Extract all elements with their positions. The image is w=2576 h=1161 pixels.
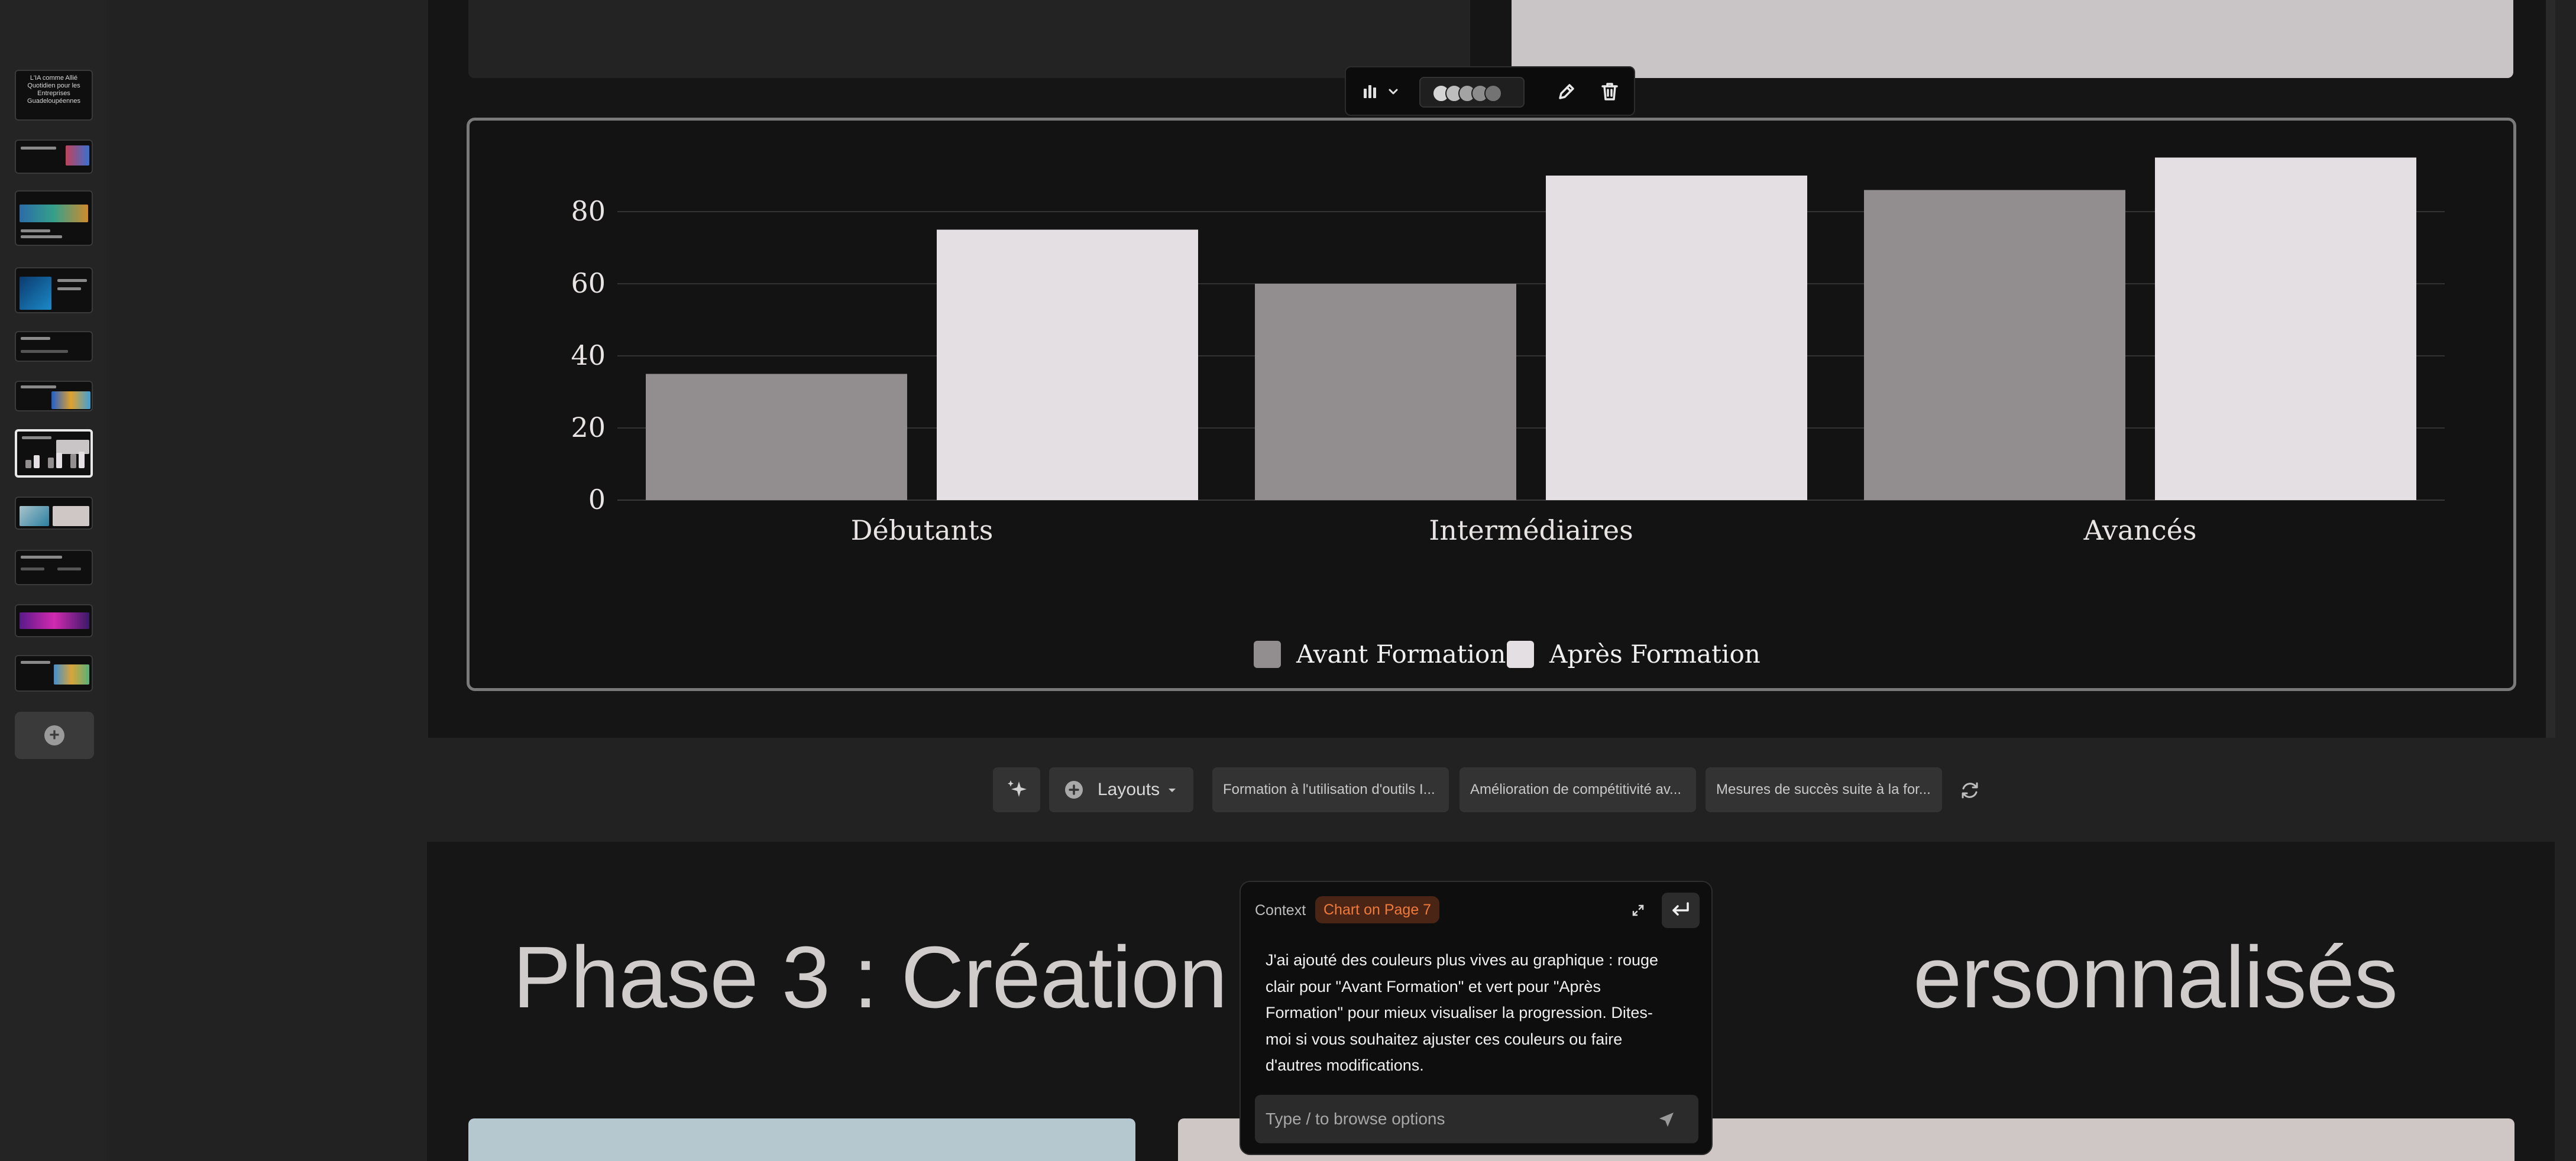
expand-icon xyxy=(1632,904,1644,916)
plus-circle-icon: + xyxy=(44,725,64,745)
slide-thumbnail-3[interactable] xyxy=(15,190,93,246)
layout-suggestion-1[interactable]: Formation à l'utilisation d'outils I... xyxy=(1212,767,1449,812)
y-tick-label: 60 xyxy=(571,267,606,299)
slide-thumbnail-sidebar: L'IA comme Allié Quotidien pour les Entr… xyxy=(0,0,106,1161)
send-button[interactable] xyxy=(1652,1105,1681,1134)
ai-chat-panel: Context Chart on Page 7 J'ai ajouté des … xyxy=(1240,881,1713,1155)
slide-thumbnail-8[interactable] xyxy=(15,497,93,530)
slide-thumbnail-1-title: L'IA comme Allié Quotidien pour les Entr… xyxy=(27,74,80,105)
legend-label: Après Formation xyxy=(1549,640,1761,669)
context-chip[interactable]: Chart on Page 7 xyxy=(1315,896,1440,923)
legend-swatch xyxy=(1507,641,1534,668)
x-tick-label: Avancés xyxy=(2083,514,2197,546)
slide-thumbnail-1[interactable]: L'IA comme Allié Quotidien pour les Entr… xyxy=(15,70,93,121)
slide-thumbnail-9[interactable] xyxy=(15,550,93,585)
expand-button[interactable] xyxy=(1626,899,1650,922)
palette-swatch xyxy=(1484,85,1502,102)
y-tick-label: 20 xyxy=(571,411,606,443)
slide-thumbnail-11[interactable] xyxy=(15,655,93,692)
slide-7-top-left-panel xyxy=(468,0,1470,78)
ai-suggest-button[interactable] xyxy=(993,767,1040,812)
send-icon xyxy=(1659,1113,1674,1127)
y-tick-label: 80 xyxy=(571,195,606,227)
chart-bar xyxy=(1546,176,1807,500)
chevron-down-icon xyxy=(1169,789,1176,792)
x-tick-label: Débutants xyxy=(851,514,993,546)
chart-bar xyxy=(1255,284,1516,500)
slide-thumbnail-2[interactable] xyxy=(15,140,93,174)
chat-input[interactable] xyxy=(1255,1095,1698,1143)
assistant-message: J'ai ajouté des couleurs plus vives au g… xyxy=(1266,951,1659,1074)
slide-thumbnail-7[interactable] xyxy=(15,429,93,478)
context-label: Context xyxy=(1255,902,1306,919)
layouts-label: Layouts xyxy=(1098,780,1160,799)
return-button[interactable] xyxy=(1662,893,1700,928)
trash-icon xyxy=(1601,83,1618,100)
pencil-icon xyxy=(1559,84,1574,99)
chart-container[interactable]: 0 20 40 60 80 Débutants Intermédiaires Avancés A… xyxy=(467,118,2516,691)
legend-swatch xyxy=(1254,641,1281,668)
slide-7-top-right-image xyxy=(1512,0,2513,78)
layout-suggestion-2[interactable]: Amélioration de compétitivité av... xyxy=(1459,767,1696,812)
slide-8-image-left xyxy=(468,1118,1135,1161)
y-tick-label: 40 xyxy=(571,339,606,371)
legend-label: Avant Formation xyxy=(1296,640,1506,669)
chart-bar xyxy=(937,229,1198,500)
slide-8-title-left: Phase 3 : Création xyxy=(513,929,1251,1026)
x-tick-label: Intermédiaires xyxy=(1429,514,1633,546)
sparkle-icon xyxy=(1008,780,1027,797)
slide-thumbnail-6[interactable] xyxy=(15,381,93,411)
bar-chart: 0 20 40 60 80 Débutants Intermédiaires Avancés A… xyxy=(571,157,2445,669)
refresh-suggestions-button[interactable] xyxy=(1957,778,1982,803)
chart-bar xyxy=(646,374,907,500)
refresh-icon xyxy=(1962,782,1978,799)
slide-thumbnail-4[interactable] xyxy=(15,267,93,313)
edit-chart-button[interactable] xyxy=(1548,77,1584,108)
slide-8-title-right: ersonnalisés xyxy=(1912,929,2398,1026)
delete-chart-button[interactable] xyxy=(1592,77,1627,108)
plus-circle-icon xyxy=(1065,781,1083,799)
chart-toolbar xyxy=(1345,66,1635,116)
add-slide-button[interactable]: + xyxy=(15,712,94,759)
layouts-dropdown[interactable]: Layouts xyxy=(1049,767,1193,812)
bar-chart-icon xyxy=(1364,85,1376,98)
enter-icon xyxy=(1672,902,1689,916)
chevron-down-icon xyxy=(1389,89,1398,95)
color-palette-button[interactable] xyxy=(1419,77,1525,108)
slide-thumbnail-5[interactable] xyxy=(15,331,93,362)
layout-suggestion-3[interactable]: Mesures de succès suite à la for... xyxy=(1706,767,1942,812)
y-tick-label: 0 xyxy=(588,484,606,515)
chart-bar xyxy=(2155,157,2416,500)
chart-type-dropdown[interactable] xyxy=(1354,77,1407,108)
slide-thumbnail-10[interactable] xyxy=(15,604,93,637)
chart-bar xyxy=(1864,190,2125,500)
